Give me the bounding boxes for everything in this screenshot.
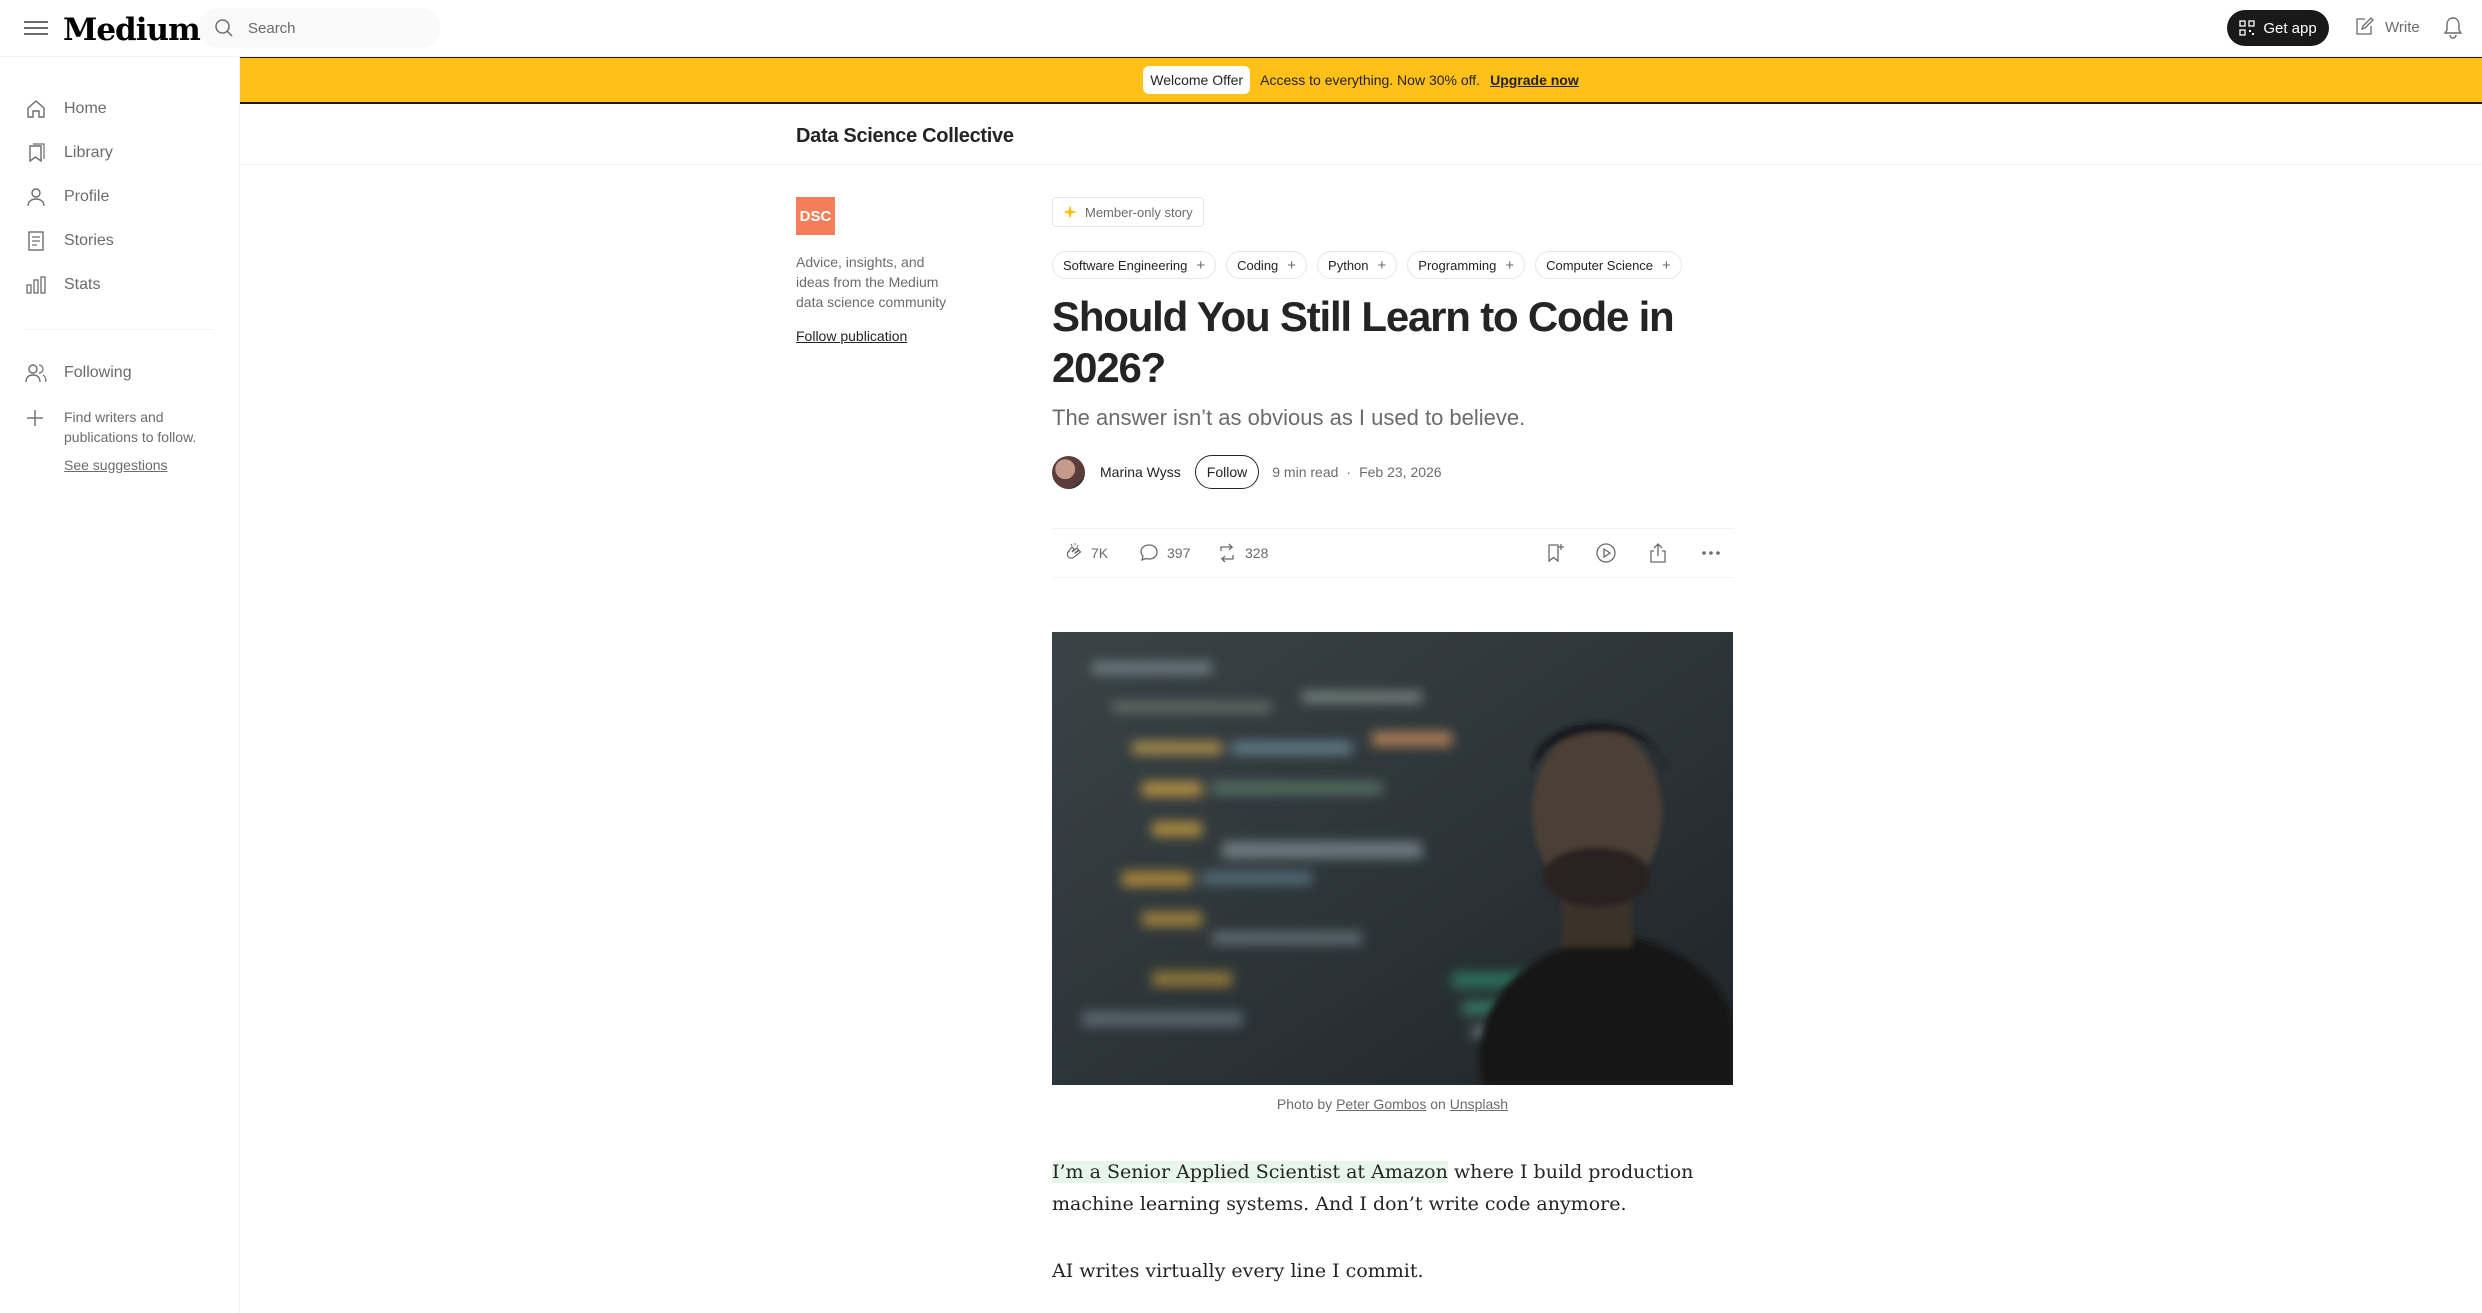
welcome-offer-banner: Welcome Offer Access to everything. Now … (240, 57, 2482, 104)
photographer-link[interactable]: Peter Gombos (1336, 1096, 1426, 1112)
tag-chip[interactable]: Python + (1317, 251, 1398, 279)
plus-icon: + (1505, 256, 1515, 274)
following-icon (24, 361, 48, 385)
get-app-label: Get app (2263, 19, 2317, 37)
caption-prefix: Photo by (1276, 1096, 1333, 1112)
plus-icon: + (1196, 256, 1206, 274)
get-app-button[interactable]: Get app (2227, 10, 2329, 46)
clap-button[interactable]: 7K (1062, 542, 1108, 564)
sidebar-item-following[interactable]: Following (24, 361, 132, 385)
repost-count: 328 (1245, 545, 1269, 561)
tag-label: Programming (1418, 257, 1497, 273)
sidebar-item-label: Following (64, 364, 132, 381)
sidebar-item-label: Stats (64, 276, 101, 293)
plus-icon: + (1377, 256, 1387, 274)
find-writers-text: Find writers and publications to follow. (64, 409, 197, 445)
sidebar-item-label: Profile (64, 188, 110, 205)
see-suggestions-link[interactable]: See suggestions (64, 455, 214, 475)
sidebar-item-home[interactable]: Home (24, 97, 107, 121)
repost-icon (1220, 543, 1234, 563)
document-icon (24, 229, 48, 253)
responses-button[interactable]: 397 (1138, 542, 1190, 564)
paragraph-1: I’m a Senior Applied Scientist at Amazon… (1052, 1156, 1742, 1220)
home-icon (24, 97, 48, 121)
tag-label: Coding (1237, 257, 1279, 273)
tag-label: Python (1328, 257, 1369, 273)
publication-logo[interactable]: DSC (796, 197, 835, 235)
tag-chip[interactable]: Coding + (1226, 251, 1308, 279)
responses-count: 397 (1167, 545, 1191, 561)
person-icon (24, 185, 48, 209)
highlighted-text[interactable]: I’m a Senior Applied Scientist at Amazon (1052, 1161, 1448, 1183)
publish-date: Feb 23, 2026 (1359, 464, 1442, 480)
publication-description: Advice, insights, and ideas from the Med… (796, 254, 947, 310)
bar-chart-icon (24, 273, 48, 297)
plus-icon: + (1662, 256, 1671, 274)
follow-author-button[interactable]: Follow (1194, 455, 1260, 489)
paragraph-2: AI writes virtually every line I commit. (1052, 1260, 1424, 1282)
tag-chip[interactable]: Computer Science + (1535, 251, 1682, 279)
bell-icon[interactable] (2442, 16, 2464, 40)
avatar[interactable] (1052, 455, 1085, 489)
clap-count: 7K (1091, 545, 1109, 561)
sidebar-item-profile[interactable]: Profile (24, 185, 109, 209)
tag-chip[interactable]: Software Engineering + (1052, 251, 1217, 279)
star-icon (1063, 205, 1077, 219)
search-icon (215, 19, 233, 37)
comment-icon (1140, 544, 1158, 562)
sidebar: Home Library Profile Stories Stats Follo… (0, 57, 240, 1313)
upgrade-now-link[interactable]: Upgrade now (1490, 72, 1579, 88)
article-title: Should You Still Learn to Code in 2026? (1052, 293, 1675, 391)
qr-icon (2239, 20, 2255, 36)
search-box[interactable] (198, 8, 440, 48)
sidebar-item-stats[interactable]: Stats (24, 273, 100, 297)
sidebar-item-label: Stories (64, 232, 114, 249)
tag-chip[interactable]: Programming + (1407, 251, 1526, 279)
action-bar: 7K 397 328 (1052, 528, 1734, 578)
image-caption: Photo by Peter Gombos on Unsplash (1052, 1096, 1733, 1112)
repost-button[interactable]: 328 (1216, 542, 1268, 564)
author-name[interactable]: Marina Wyss (1100, 464, 1181, 480)
bookmark-icon[interactable] (1544, 542, 1566, 564)
bookmarks-icon (24, 141, 48, 165)
sidebar-item-stories[interactable]: Stories (24, 229, 114, 253)
plus-icon (24, 407, 46, 475)
sidebar-item-label: Library (64, 144, 113, 161)
caption-mid: on (1430, 1096, 1446, 1112)
publication-name[interactable]: Data Science Collective (796, 125, 1014, 148)
menu-icon[interactable] (24, 18, 48, 38)
medium-logo[interactable]: Medium (63, 12, 201, 48)
banner-text: Access to everything. Now 30% off. (1260, 72, 1481, 88)
top-bar: Medium Get app Write (0, 0, 2482, 57)
tag-label: Computer Science (1546, 257, 1654, 273)
tag-list: Software Engineering + Coding + Python + Pr… (1052, 251, 1682, 279)
find-writers: Find writers and publications to follow.… (24, 407, 214, 475)
member-only-badge: Member-only story (1052, 197, 1204, 227)
sidebar-item-library[interactable]: Library (24, 141, 113, 165)
member-only-label: Member-only story (1085, 204, 1193, 220)
write-label: Write (2385, 18, 2420, 36)
byline: Marina Wyss Follow 9 min read · Feb 23, … (1052, 455, 1442, 489)
tag-label: Software Engineering (1063, 257, 1188, 273)
listen-icon[interactable] (1595, 542, 1617, 564)
plus-icon: + (1287, 256, 1297, 274)
welcome-offer-badge: Welcome Offer (1143, 66, 1251, 94)
publication-header: Data Science Collective (240, 104, 2482, 165)
meta-separator: · (1346, 464, 1352, 480)
more-icon[interactable] (1700, 542, 1722, 564)
sidebar-divider (24, 329, 214, 330)
write-icon (2356, 17, 2374, 35)
sidebar-item-label: Home (64, 100, 107, 117)
unsplash-link[interactable]: Unsplash (1450, 1096, 1508, 1112)
share-icon[interactable] (1647, 542, 1669, 564)
read-time: 9 min read (1272, 464, 1339, 480)
follow-publication-link[interactable]: Follow publication (796, 328, 907, 344)
hero-image (1052, 632, 1733, 1085)
clap-icon (1066, 543, 1082, 559)
write-button[interactable]: Write (2353, 16, 2420, 38)
article-subtitle: The answer isn’t as obvious as I used to… (1052, 405, 1526, 430)
search-input[interactable] (248, 8, 428, 48)
